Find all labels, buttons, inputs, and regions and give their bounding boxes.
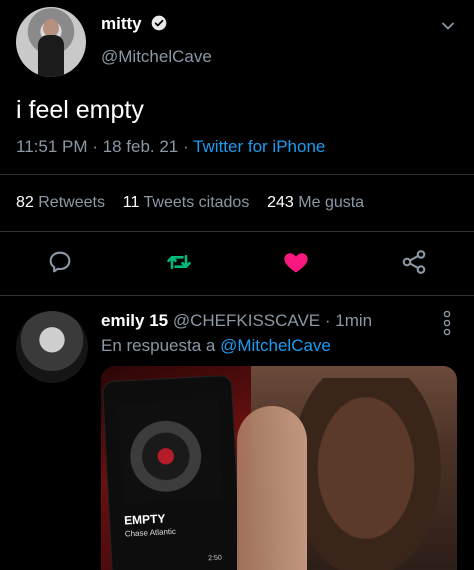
media-face (291, 378, 441, 570)
quotes-label: Tweets citados (143, 194, 250, 211)
meta-separator: · (92, 137, 103, 156)
media-time: 2:50 (208, 554, 223, 563)
retweet-icon[interactable] (165, 248, 193, 276)
retweets-stat[interactable]: 82 Retweets (16, 194, 105, 211)
tweet-meta: 11:51 PM · 18 feb. 21 · Twitter for iPho… (16, 137, 325, 157)
reply-media-image[interactable]: EMPTY Chase Atlantic 2:50 (101, 366, 457, 570)
tweet-time: 11:51 PM (16, 137, 88, 156)
more-options-icon[interactable] (440, 310, 454, 336)
author-avatar[interactable] (16, 7, 86, 77)
retweets-count: 82 (16, 194, 34, 211)
chevron-down-icon[interactable] (440, 18, 456, 34)
avatar-figure (38, 35, 64, 77)
likes-count: 243 (267, 194, 294, 211)
media-phone: EMPTY Chase Atlantic 2:50 (101, 374, 243, 570)
meta-separator: · (324, 311, 336, 330)
media-song-title: EMPTY (123, 511, 166, 528)
media-artist: Chase Atlantic (124, 526, 177, 539)
meta-separator: · (183, 137, 194, 156)
verified-badge-icon (151, 15, 167, 31)
tweet-date: 18 feb. 21 (102, 137, 179, 156)
author-handle[interactable]: @MitchelCave (101, 47, 212, 67)
reply-icon[interactable] (46, 248, 74, 276)
retweets-label: Retweets (38, 194, 105, 211)
replying-to-label: En respuesta a (101, 336, 216, 355)
reply-author-avatar[interactable] (16, 311, 88, 383)
album-cover (117, 398, 224, 504)
quotes-stat[interactable]: 11 Tweets citados (123, 194, 250, 211)
divider (0, 231, 474, 232)
author-display-name[interactable]: mitty (101, 14, 142, 34)
tweet-stats: 82 Retweets 11 Tweets citados 243 Me gus… (16, 194, 364, 212)
likes-stat[interactable]: 243 Me gusta (267, 194, 364, 211)
tweet-source-link[interactable]: Twitter for iPhone (193, 137, 325, 156)
divider (0, 174, 474, 175)
replying-to: En respuesta a @MitchelCave (101, 336, 331, 356)
media-hand (237, 406, 307, 570)
reply-header: emily 15 @CHEFKISSCAVE · 1min (101, 311, 372, 331)
heart-icon[interactable] (282, 248, 310, 276)
tweet-text: i feel empty (16, 96, 144, 124)
likes-label: Me gusta (298, 194, 365, 211)
reply-handle[interactable]: @CHEFKISSCAVE (173, 311, 320, 330)
replying-to-mention[interactable]: @MitchelCave (220, 336, 331, 355)
quotes-count: 11 (122, 194, 140, 211)
divider (0, 295, 474, 296)
reply-time: 1min (335, 311, 373, 330)
reply-display-name[interactable]: emily 15 (101, 311, 168, 330)
share-icon[interactable] (400, 248, 428, 276)
